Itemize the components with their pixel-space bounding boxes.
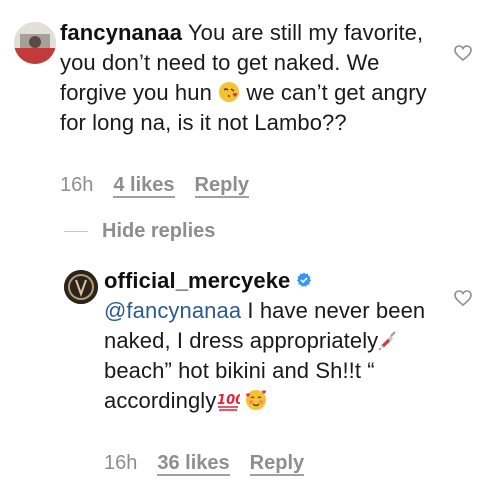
comment-username[interactable]: fancynanaa <box>60 20 182 45</box>
comment-meta: 16h 36 likes Reply <box>104 452 305 476</box>
comment-time: 16h <box>104 452 138 474</box>
comment-text: fancynanaa You are still my favorite, yo… <box>60 18 438 138</box>
comment-meta: 16h 4 likes Reply <box>60 174 250 198</box>
svg-text:100: 100 <box>217 393 240 408</box>
comment-time: 16h <box>60 174 94 196</box>
mention-link[interactable]: @fancynanaa <box>104 298 241 323</box>
avatar[interactable] <box>64 270 98 304</box>
divider <box>64 231 88 232</box>
heart-icon[interactable] <box>454 45 472 61</box>
syringe-emoji-icon <box>378 329 400 351</box>
hide-replies-label: Hide replies <box>102 220 216 242</box>
verified-badge-icon <box>297 272 312 287</box>
hundred-points-emoji-icon: 100 <box>216 389 245 411</box>
reply-button[interactable]: Reply <box>249 452 305 476</box>
likes-count-link[interactable]: 36 likes <box>157 452 230 476</box>
kissing-face-emoji-icon <box>218 81 240 103</box>
likes-count-link[interactable]: 4 likes <box>113 174 175 198</box>
comment-text-part: beach” hot bikini and Sh!!t “ accordingl… <box>104 358 375 413</box>
reply-button[interactable]: Reply <box>194 174 250 198</box>
smiling-face-with-hearts-emoji-icon <box>245 389 267 411</box>
avatar[interactable] <box>14 22 56 64</box>
hide-replies-button[interactable]: Hide replies <box>64 220 215 243</box>
heart-icon[interactable] <box>454 290 472 306</box>
comment-username[interactable]: official_mercyeke <box>104 268 290 293</box>
comment-text: official_mercyeke @fancynanaa I have nev… <box>104 266 434 416</box>
